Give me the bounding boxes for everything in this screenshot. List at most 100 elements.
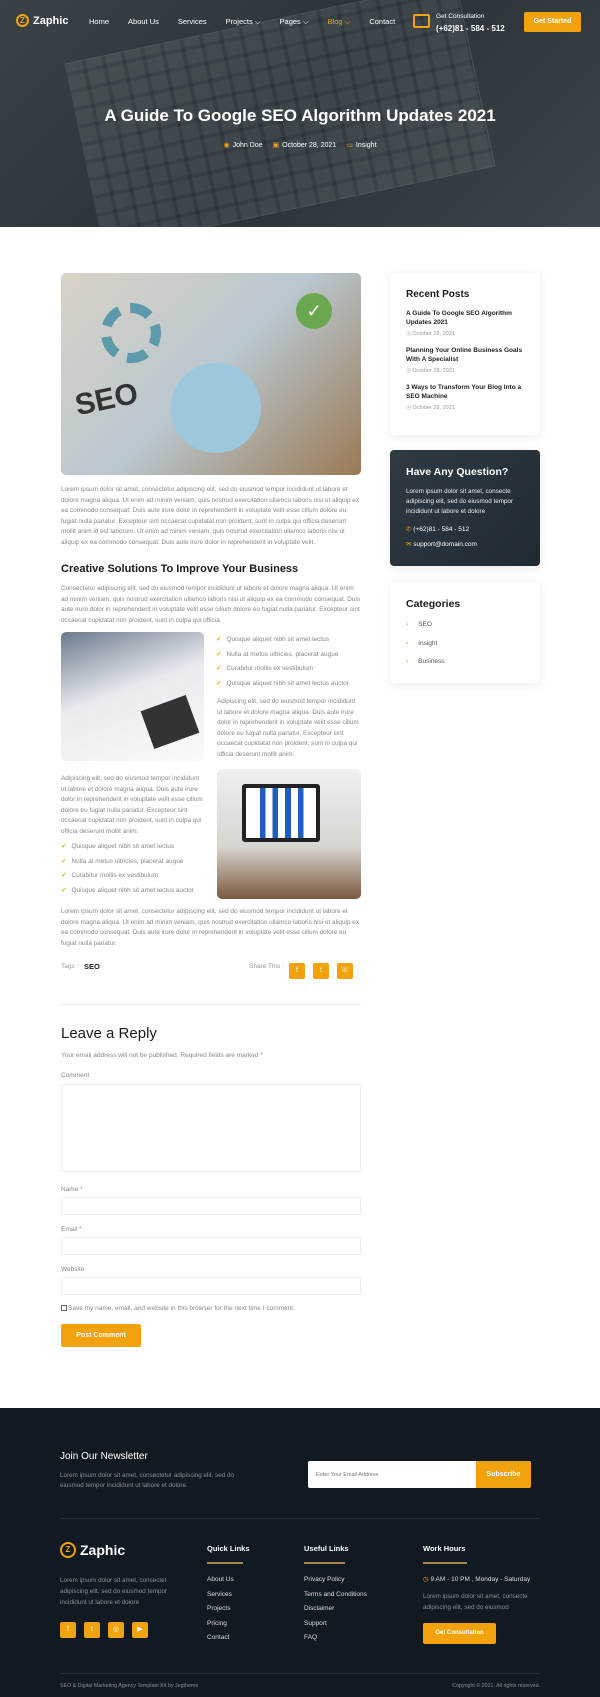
recent-post-link[interactable]: Planning Your Online Business Goals With… — [406, 346, 524, 364]
footer-logo[interactable]: Z Zaphic — [60, 1542, 125, 1558]
tag-seo[interactable]: SEO — [84, 962, 100, 971]
recent-post-link[interactable]: 3 Ways to Transform Your Blog Into a SEO… — [406, 383, 524, 401]
get-consultation-button[interactable]: Get Consultation — [423, 1622, 496, 1644]
footer-link[interactable]: Services — [207, 1588, 250, 1603]
checklist-item: ✓ Quisque aliquet nibh sit amet lectus au… — [61, 886, 194, 894]
tags-label: Tags : — [61, 963, 79, 970]
facebook-icon[interactable]: f — [289, 963, 305, 979]
keyboard-graphic — [140, 694, 200, 750]
recent-post-link[interactable]: A Guide To Google SEO Algorithm Updates … — [406, 309, 524, 327]
quick-links-title: Quick Links — [207, 1544, 250, 1553]
footer-link[interactable]: Pricing — [207, 1617, 250, 1632]
question-widget: Have Any Question? Lorem ipsum dolor sit… — [390, 450, 540, 566]
footer-link[interactable]: Contact — [207, 1631, 250, 1646]
footer-link[interactable]: Projects — [207, 1602, 250, 1617]
email-input[interactable] — [61, 1237, 361, 1255]
recent-post-date: ◷ October 28, 2021 — [406, 331, 455, 337]
quick-links: Quick Links About Us Services Projects P… — [207, 1544, 250, 1646]
useful-links-title: Useful Links — [304, 1544, 349, 1553]
header-phone[interactable]: (+62)81 - 584 - 512 — [436, 24, 505, 33]
footer-link[interactable]: Privacy Policy — [304, 1573, 367, 1588]
useful-links: Useful Links Privacy Policy Terms and Co… — [304, 1544, 367, 1646]
article-paragraph: Lorem ipsum dolor sit amet, consectetur … — [61, 908, 360, 947]
chevron-right-icon: › — [406, 658, 409, 665]
checklist-item: ✓ Quisque aliquet nibh sit amet lectus au… — [216, 679, 349, 687]
instagram-icon[interactable]: ◎ — [108, 1622, 124, 1638]
post-category[interactable]: Insight — [356, 142, 377, 149]
nav-services[interactable]: Services — [178, 17, 207, 27]
email-label: Email * — [61, 1226, 82, 1233]
website-input[interactable] — [61, 1277, 361, 1295]
chat-icon — [413, 14, 430, 28]
share-label: Share This : — [249, 963, 284, 970]
checklist-item: ✓ Nulla at metus ultricies, placerat augu… — [216, 650, 339, 658]
hero-banner: Z Zaphic Home About Us Services Projects … — [0, 0, 600, 250]
logo-icon: Z — [60, 1542, 76, 1558]
reply-note: Your email address will not be published… — [61, 1052, 263, 1059]
newsletter-email-input[interactable] — [308, 1461, 476, 1488]
categories-title: Categories — [406, 598, 461, 610]
footer-link[interactable]: Disclaimer — [304, 1602, 367, 1617]
divider — [60, 1673, 540, 1674]
laptop-chart-image — [217, 769, 361, 899]
calendar-icon: ▣ — [272, 142, 280, 149]
check-graphic: ✓ — [296, 293, 332, 329]
whatsapp-icon[interactable]: ☏ — [337, 963, 353, 979]
user-icon: ◉ — [223, 142, 230, 149]
nav-pages[interactable]: Pages ⌵ — [280, 17, 309, 27]
post-comment-button[interactable]: Post Comment — [61, 1324, 141, 1347]
nav-about[interactable]: About Us — [128, 17, 159, 27]
page-title: A Guide To Google SEO Algorithm Updates … — [104, 106, 496, 125]
chevron-right-icon: › — [406, 621, 409, 628]
main-nav: Home About Us Services Projects ⌵ Pages … — [89, 17, 395, 27]
footer-credit: SEO & Digital Marketing Agency Template … — [60, 1683, 199, 1689]
recent-posts-title: Recent Posts — [406, 289, 470, 300]
subscribe-button[interactable]: Subscribe — [476, 1461, 531, 1488]
featured-image: ✓ SEO — [61, 273, 361, 475]
facebook-icon[interactable]: f — [60, 1622, 76, 1638]
nav-projects[interactable]: Projects ⌵ — [226, 17, 261, 27]
question-email[interactable]: support@domain.com — [413, 541, 477, 548]
question-text: Lorem ipsum dolor sit amet, consecte adi… — [406, 488, 514, 515]
chevron-right-icon: › — [406, 639, 409, 647]
newsletter-title: Join Our Newsletter — [60, 1451, 148, 1462]
save-info-label: Save my name, email, and website in this… — [68, 1305, 295, 1312]
hours-text: 9 AM - 10 PM , Monday - Saturday — [430, 1576, 531, 1583]
mail-icon: ✉ — [406, 541, 412, 548]
seo-text-graphic: SEO — [72, 376, 141, 423]
nav-contact[interactable]: Contact — [369, 17, 395, 27]
name-label: Name * — [61, 1186, 83, 1193]
categories-widget: Categories › SEO › Insight › Business — [390, 582, 540, 683]
nav-blog[interactable]: Blog ⌵ — [328, 17, 351, 27]
footer-link[interactable]: Support — [304, 1617, 367, 1632]
footer-link[interactable]: About Us — [207, 1573, 250, 1588]
divider — [61, 1004, 361, 1005]
recent-posts-widget: Recent Posts A Guide To Google SEO Algor… — [390, 273, 540, 435]
save-info-checkbox[interactable] — [61, 1305, 67, 1311]
footer-link[interactable]: FAQ — [304, 1631, 367, 1646]
checklist-item: ✓ Quisque aliquet nibh sit amet lectus — [61, 843, 175, 850]
footer-link[interactable]: Terms and Conditions — [304, 1588, 367, 1603]
twitter-icon[interactable]: t — [84, 1622, 100, 1638]
section-heading: Creative Solutions To Improve Your Busin… — [61, 563, 299, 575]
name-input[interactable] — [61, 1197, 361, 1215]
checklist: ✓ Quisque aliquet nibh sit amet lectus ✓ N… — [216, 633, 349, 691]
nav-home[interactable]: Home — [89, 17, 109, 27]
recent-post-date: ◷ October 28, 2021 — [406, 368, 455, 374]
get-started-button[interactable]: Get Started — [524, 12, 581, 32]
category-business[interactable]: › Business — [406, 653, 524, 672]
article-paragraph: Adipiscing elit, sed do eiusmod tempor i… — [217, 698, 359, 758]
divider — [60, 1518, 540, 1519]
logo[interactable]: Z Zaphic — [16, 14, 68, 27]
twitter-icon[interactable]: t — [313, 963, 329, 979]
check-icon: ✓ — [216, 636, 222, 643]
category-insight[interactable]: › Insight — [406, 635, 524, 654]
post-author[interactable]: John Doe — [233, 142, 263, 149]
footer: Join Our Newsletter Lorem ipsum dolor si… — [0, 1408, 600, 1697]
question-phone[interactable]: (+62)81 - 584 - 512 — [413, 526, 469, 533]
comment-textarea[interactable] — [61, 1084, 361, 1172]
phone-icon: ✆ — [406, 526, 412, 533]
category-seo[interactable]: › SEO — [406, 616, 524, 635]
check-icon: ✓ — [216, 665, 222, 672]
youtube-icon[interactable]: ▶ — [132, 1622, 148, 1638]
